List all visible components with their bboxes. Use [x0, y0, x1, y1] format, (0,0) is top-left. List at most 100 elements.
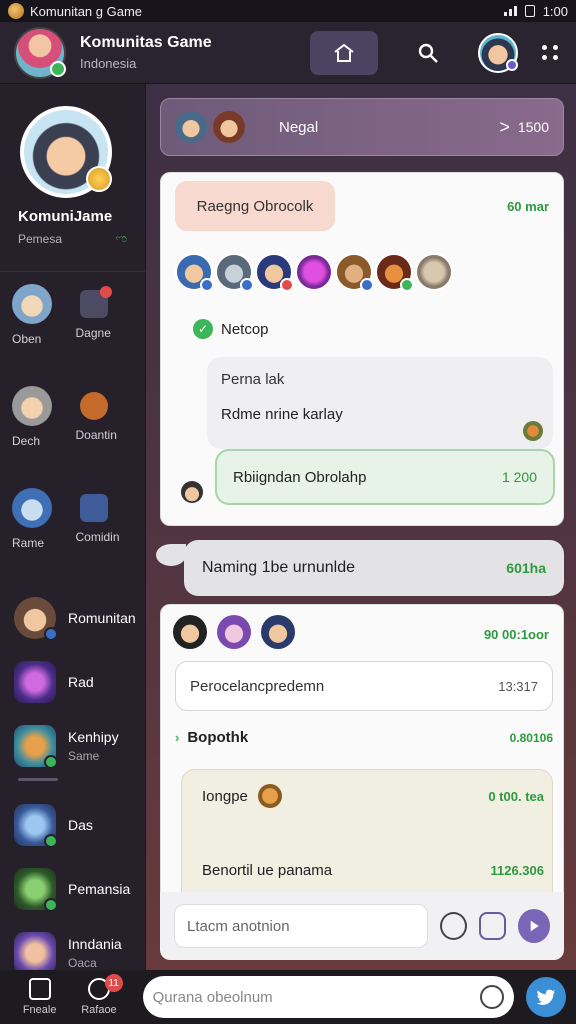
play-icon [530, 920, 539, 932]
search-icon [418, 43, 438, 63]
status-app-name: Komunitan g Game [30, 3, 143, 19]
quoted-message[interactable]: Perna lak Rdme nrine karlay [207, 357, 553, 449]
thread-field[interactable]: Perocelancpredemn 13:317 [175, 661, 553, 711]
message-time: 601ha [506, 560, 546, 576]
reaction-icon[interactable] [523, 421, 543, 441]
sidebar-profile[interactable]: KomuniJame Pemesa ಌ [0, 84, 145, 272]
sidebar-item-label: Das [68, 817, 93, 833]
sidebar-item-romunitan[interactable]: Romunitan [14, 586, 145, 650]
sidebar-item-rame[interactable]: Rame [12, 488, 76, 550]
sidebar-item-sub: Oaca [68, 956, 97, 970]
section-header[interactable]: › Bopothk 0.80106 [175, 729, 553, 746]
home-button[interactable] [310, 30, 378, 75]
reply-text: Rbiigndan Obrolahp [233, 468, 367, 486]
member-avatar[interactable] [375, 253, 414, 292]
member-avatars [175, 253, 453, 292]
member-avatar[interactable] [215, 253, 254, 292]
status-bar: Komunitan g Game 1:00 [0, 0, 576, 22]
more-menu-icon[interactable] [542, 45, 562, 60]
member-avatar [213, 111, 245, 143]
sidebar-item-pemansia[interactable]: Pemansia [14, 857, 145, 921]
sidebar-item-doantin[interactable]: Doantin [76, 386, 140, 448]
sidebar-item-oben[interactable]: Oben [12, 284, 76, 346]
bubble-tail [156, 544, 186, 566]
field-text: Perocelancpredemn [190, 677, 325, 695]
section-title: Bopothk [187, 729, 249, 746]
message-text: Naming 1be urnunlde [202, 559, 355, 576]
chat-area: Negal > 1500 Raegng Obrocolk 60 mar ✓ Ne… [156, 84, 566, 964]
sidebar-item-dech[interactable]: Dech [12, 386, 76, 448]
bottom-search-input[interactable]: Qurana obeolnum [142, 976, 515, 1018]
adventure-game-icon [14, 725, 58, 769]
nav-label: Fneale [22, 1004, 57, 1016]
panel-row[interactable]: Iongpe 0 t00. tea [202, 784, 544, 808]
member-avatar[interactable] [217, 615, 251, 649]
member-avatar[interactable] [173, 615, 207, 649]
member-avatar[interactable] [295, 253, 333, 291]
sidebar-item-dagne[interactable]: Dagne [76, 284, 140, 346]
nav-feed[interactable]: Fneale [10, 978, 69, 1016]
rpg-game-icon [14, 932, 56, 974]
member-avatar[interactable] [255, 253, 294, 292]
sidebar-grid: Oben Dagne Dech Doantin Rame Comidin [0, 272, 145, 550]
online-indicator: ಌ [115, 231, 128, 245]
emoji-icon[interactable] [440, 912, 467, 940]
sidebar-item-das[interactable]: Das [14, 793, 145, 857]
battery-icon [524, 5, 535, 17]
reply-time: 1 200 [501, 469, 537, 485]
community-avatar[interactable] [14, 26, 66, 79]
field-time: 13:317 [498, 678, 538, 694]
sender-avatar [181, 481, 203, 503]
sidebar-item-label: Dagne [75, 326, 111, 340]
chat-room-pill[interactable]: Raegng Obrocolk [175, 181, 335, 231]
sidebar-item-label: Romunitan [68, 610, 136, 626]
sidebar: KomuniJame Pemesa ಌ Oben Dagne Dech Doan… [0, 84, 146, 974]
status-dot-icon [506, 58, 518, 71]
strategy-game-icon [14, 868, 58, 912]
member-avatar[interactable] [335, 253, 374, 292]
sidebar-item-comidin[interactable]: Comidin [76, 488, 140, 550]
member-avatars [173, 615, 295, 649]
verified-label: Netcop [221, 320, 269, 338]
section-time: 0.80106 [509, 730, 553, 745]
chevron-right-icon: > [499, 116, 510, 137]
lightning-icon [79, 494, 108, 522]
message-card: Raegng Obrocolk 60 mar ✓ Netcop Perna la… [160, 172, 564, 526]
member-avatar[interactable] [175, 253, 214, 292]
magic-game-icon [14, 661, 56, 703]
sidebar-item-label: Doantin [75, 428, 117, 442]
panel-row-text: Benortil ue panama [202, 862, 333, 879]
message-time: 60 mar [507, 199, 549, 214]
panel-row-time: 0 t00. tea [488, 788, 544, 804]
sidebar-item-rad[interactable]: Rad [14, 650, 145, 714]
panel-row[interactable]: Benortil ue panama 1126.306 [202, 862, 544, 879]
trophy-icon [79, 392, 108, 420]
member-avatar[interactable] [415, 253, 453, 291]
member-avatar [175, 111, 207, 143]
quote-line: Rdme nrine karlay [221, 406, 343, 423]
search-button[interactable] [394, 31, 462, 75]
app-header: Komunitas Game Indonesia [0, 22, 576, 84]
app-logo-icon [8, 3, 24, 19]
sidebar-item-label: Dech [12, 434, 41, 448]
send-button[interactable] [517, 909, 551, 943]
nav-explore[interactable]: 11 Rafaoe [69, 974, 128, 1016]
user-avatar[interactable] [20, 106, 112, 198]
sticker-icon[interactable] [478, 912, 506, 940]
member-avatar[interactable] [261, 615, 295, 649]
divider [18, 778, 58, 781]
check-icon: ✓ [193, 319, 213, 339]
incoming-message[interactable]: Naming 1be urnunlde 601ha [184, 540, 564, 596]
feed-icon [28, 978, 51, 1000]
settings-icon[interactable] [480, 985, 505, 1009]
group-banner[interactable]: Negal > 1500 [160, 98, 564, 156]
reply-message[interactable]: Rbiigndan Obrolahp 1 200 [215, 449, 555, 505]
sidebar-item-label: Inndania [68, 936, 122, 952]
twitter-share-button[interactable] [526, 977, 566, 1017]
profile-avatar[interactable] [478, 32, 518, 73]
message-input[interactable]: Ltacm anotnion [174, 904, 429, 948]
nav-label: Rafaoe [81, 1004, 117, 1016]
sidebar-item-kenhipy[interactable]: Kenhipy Same [14, 714, 145, 778]
coin-icon [257, 784, 282, 808]
user-subtitle: Pemesa [18, 231, 63, 246]
